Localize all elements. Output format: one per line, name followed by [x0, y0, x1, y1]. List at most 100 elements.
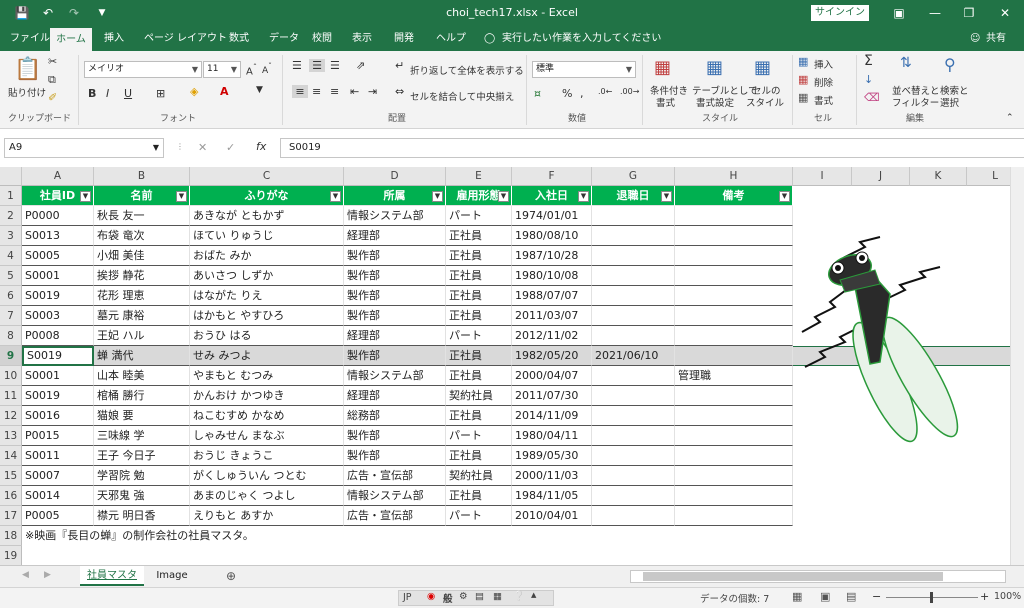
insert-cells-icon[interactable]: ▦	[798, 55, 808, 68]
table-cell[interactable]	[675, 206, 793, 226]
table-cell[interactable]	[592, 506, 675, 526]
table-cell[interactable]: 製作部	[344, 426, 446, 446]
percent-icon[interactable]: %	[562, 87, 572, 100]
align-center-icon[interactable]: ≡	[312, 85, 321, 98]
row-header[interactable]: 10	[0, 366, 22, 386]
table-cell[interactable]	[592, 426, 675, 446]
tab-review[interactable]: 校閲	[308, 27, 336, 51]
table-cell[interactable]: 2021/06/10	[592, 346, 675, 366]
dictionary-icon[interactable]: ▤	[475, 591, 484, 602]
table-cell[interactable]	[675, 286, 793, 306]
table-cell[interactable]: 正社員	[446, 286, 512, 306]
table-cell[interactable]: 管理職	[675, 366, 793, 386]
table-cell[interactable]: あまのじゃく つよし	[190, 486, 344, 506]
table-cell[interactable]: 製作部	[344, 266, 446, 286]
table-cell[interactable]: 1987/10/28	[512, 246, 592, 266]
table-cell[interactable]	[675, 466, 793, 486]
table-cell[interactable]: 王子 今日子	[94, 446, 190, 466]
horizontal-scrollbar[interactable]	[630, 570, 1006, 583]
table-cell[interactable]: 蝉 満代	[94, 346, 190, 366]
table-cell[interactable]: 花形 理恵	[94, 286, 190, 306]
table-cell[interactable]: 経理部	[344, 386, 446, 406]
table-cell[interactable]	[592, 386, 675, 406]
scroll-left-icon[interactable]: ◀	[22, 570, 29, 580]
table-cell[interactable]: せみ みつよ	[190, 346, 344, 366]
format-painter-icon[interactable]: ✐	[48, 91, 57, 104]
table-cell[interactable]	[592, 326, 675, 346]
table-cell[interactable]: 広告・宣伝部	[344, 466, 446, 486]
zoom-level[interactable]: 100%	[994, 591, 1021, 602]
collapse-ribbon-icon[interactable]: ⌃	[1006, 113, 1014, 123]
table-cell[interactable]: 情報システム部	[344, 206, 446, 226]
bold-icon[interactable]: B	[88, 87, 96, 100]
cell-styles-label-2[interactable]: スタイル	[746, 95, 784, 109]
table-cell[interactable]	[592, 406, 675, 426]
table-cell[interactable]: 2011/03/07	[512, 306, 592, 326]
conditional-format-icon[interactable]: ▦	[654, 57, 671, 78]
table-cell[interactable]	[592, 446, 675, 466]
wrap-text-icon[interactable]: ↵	[395, 59, 404, 72]
table-cell[interactable]: 情報システム部	[344, 366, 446, 386]
table-cell[interactable]: 2010/04/01	[512, 506, 592, 526]
row-header[interactable]: 8	[0, 326, 22, 346]
italic-icon[interactable]: I	[106, 87, 109, 100]
merge-center-icon[interactable]: ⇔	[395, 85, 404, 98]
maximize-button[interactable]: ❐	[952, 0, 986, 27]
row-header[interactable]: 4	[0, 246, 22, 266]
row-header[interactable]: 6	[0, 286, 22, 306]
table-cell[interactable]: 製作部	[344, 246, 446, 266]
cancel-icon[interactable]: ✕	[198, 141, 207, 154]
conditional-format-label-2[interactable]: 書式	[656, 95, 675, 109]
scrollbar-thumb[interactable]	[643, 572, 943, 581]
filter-dropdown-icon[interactable]: ▼	[498, 191, 509, 202]
table-cell[interactable]: 正社員	[446, 366, 512, 386]
column-header[interactable]: F	[512, 167, 592, 186]
table-cell[interactable]: 王妃 ハル	[94, 326, 190, 346]
table-header-cell[interactable]: 入社日 ▼	[512, 186, 592, 206]
autosum-icon[interactable]: Σ	[864, 53, 873, 69]
column-header[interactable]: J	[852, 167, 910, 186]
sort-filter-label-2[interactable]: フィルター	[892, 95, 939, 109]
tab-formulas[interactable]: 数式	[225, 27, 253, 51]
merge-center-button[interactable]: セルを結合して中央揃え	[410, 89, 514, 103]
table-cell[interactable]: S0005	[22, 246, 94, 266]
table-cell[interactable]: S0001	[22, 366, 94, 386]
table-cell[interactable]: 猫娘 要	[94, 406, 190, 426]
table-cell[interactable]: あいさつ しずか	[190, 266, 344, 286]
table-cell[interactable]	[675, 486, 793, 506]
table-cell[interactable]: S0007	[22, 466, 94, 486]
row-header[interactable]: 11	[0, 386, 22, 406]
font-size-combo[interactable]: 11 ▼	[203, 61, 241, 78]
table-cell[interactable]: パート	[446, 506, 512, 526]
table-header-cell[interactable]: ふりがな ▼	[190, 186, 344, 206]
format-cells-button[interactable]: 書式	[814, 93, 833, 107]
table-cell[interactable]: 2012/11/02	[512, 326, 592, 346]
help-icon[interactable]: ❔	[513, 591, 525, 602]
table-cell[interactable]: 三味線 学	[94, 426, 190, 446]
row-header[interactable]: 16	[0, 486, 22, 506]
row-header[interactable]: 3	[0, 226, 22, 246]
increase-font-icon[interactable]: Aˆ	[246, 62, 257, 77]
copy-icon[interactable]: ⧉	[48, 73, 56, 87]
column-header[interactable]: H	[675, 167, 793, 186]
table-cell[interactable]: S0019	[22, 346, 94, 366]
increase-indent-icon[interactable]: ⇥	[368, 85, 377, 98]
table-cell[interactable]	[675, 346, 793, 366]
row-header[interactable]: 9	[0, 346, 22, 366]
column-header[interactable]: D	[344, 167, 446, 186]
row-header[interactable]: 7	[0, 306, 22, 326]
scroll-right-icon[interactable]: ▶	[44, 570, 51, 580]
tab-data[interactable]: データ	[265, 27, 303, 51]
table-cell[interactable]: ねこむすめ かなめ	[190, 406, 344, 426]
column-header[interactable]: G	[592, 167, 675, 186]
table-cell[interactable]: 1984/11/05	[512, 486, 592, 506]
sheet-tab-active[interactable]: 社員マスタ	[80, 566, 144, 586]
table-cell[interactable]: 2000/04/07	[512, 366, 592, 386]
row-header[interactable]: 5	[0, 266, 22, 286]
table-cell[interactable]: 1989/05/30	[512, 446, 592, 466]
table-cell[interactable]: 1974/01/01	[512, 206, 592, 226]
format-as-table-icon[interactable]: ▦	[706, 57, 723, 78]
table-cell[interactable]	[675, 386, 793, 406]
table-cell[interactable]: あきなが ともかず	[190, 206, 344, 226]
table-cell[interactable]: 正社員	[446, 266, 512, 286]
